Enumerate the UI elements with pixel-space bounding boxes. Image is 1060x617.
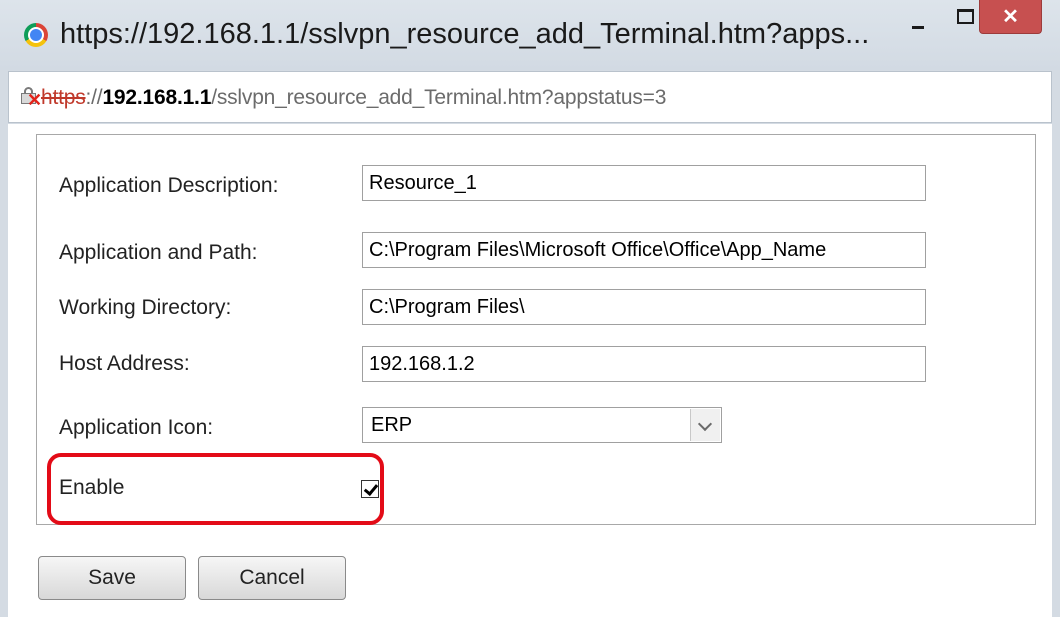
address-bar[interactable]: ✕ https://192.168.1.1/sslvpn_resource_ad… [8,71,1052,123]
working-directory-input[interactable] [362,289,926,325]
insecure-lock-icon: ✕ [19,86,42,109]
browser-popup-window: https://192.168.1.1/sslvpn_resource_add_… [0,0,1060,617]
minimize-button[interactable] [900,0,938,40]
enable-highlight-annotation [47,453,384,525]
app-description-input[interactable] [362,165,926,201]
working-directory-label: Working Directory: [59,296,232,319]
maximize-button[interactable] [944,0,982,40]
title-bar: https://192.168.1.1/sslvpn_resource_add_… [0,0,1060,70]
chevron-down-icon[interactable] [690,409,720,441]
app-description-label: Application Description: [59,174,279,197]
resource-form: Application Description: Application and… [36,134,1036,525]
app-path-input[interactable] [362,232,926,268]
app-path-label: Application and Path: [59,241,258,264]
app-icon-label: Application Icon: [59,416,214,439]
url-separator: :// [85,86,103,109]
host-address-label: Host Address: [59,352,190,375]
window-title: https://192.168.1.1/sslvpn_resource_add_… [60,18,870,50]
host-address-input[interactable] [362,346,926,382]
cancel-button[interactable]: Cancel [198,556,346,600]
page-content: Application Description: Application and… [8,124,1052,617]
close-icon: ✕ [1002,6,1019,28]
chrome-icon [24,23,48,47]
app-icon-select[interactable]: ERP [362,407,722,443]
url-path: /sslvpn_resource_add_Terminal.htm?appsta… [211,86,667,109]
url-text: https://192.168.1.1/sslvpn_resource_add_… [41,86,666,110]
close-button[interactable]: ✕ [979,0,1042,34]
app-icon-selected-value: ERP [371,414,413,436]
url-scheme: https [41,86,86,109]
url-host: 192.168.1.1 [102,86,212,109]
save-button[interactable]: Save [38,556,186,600]
